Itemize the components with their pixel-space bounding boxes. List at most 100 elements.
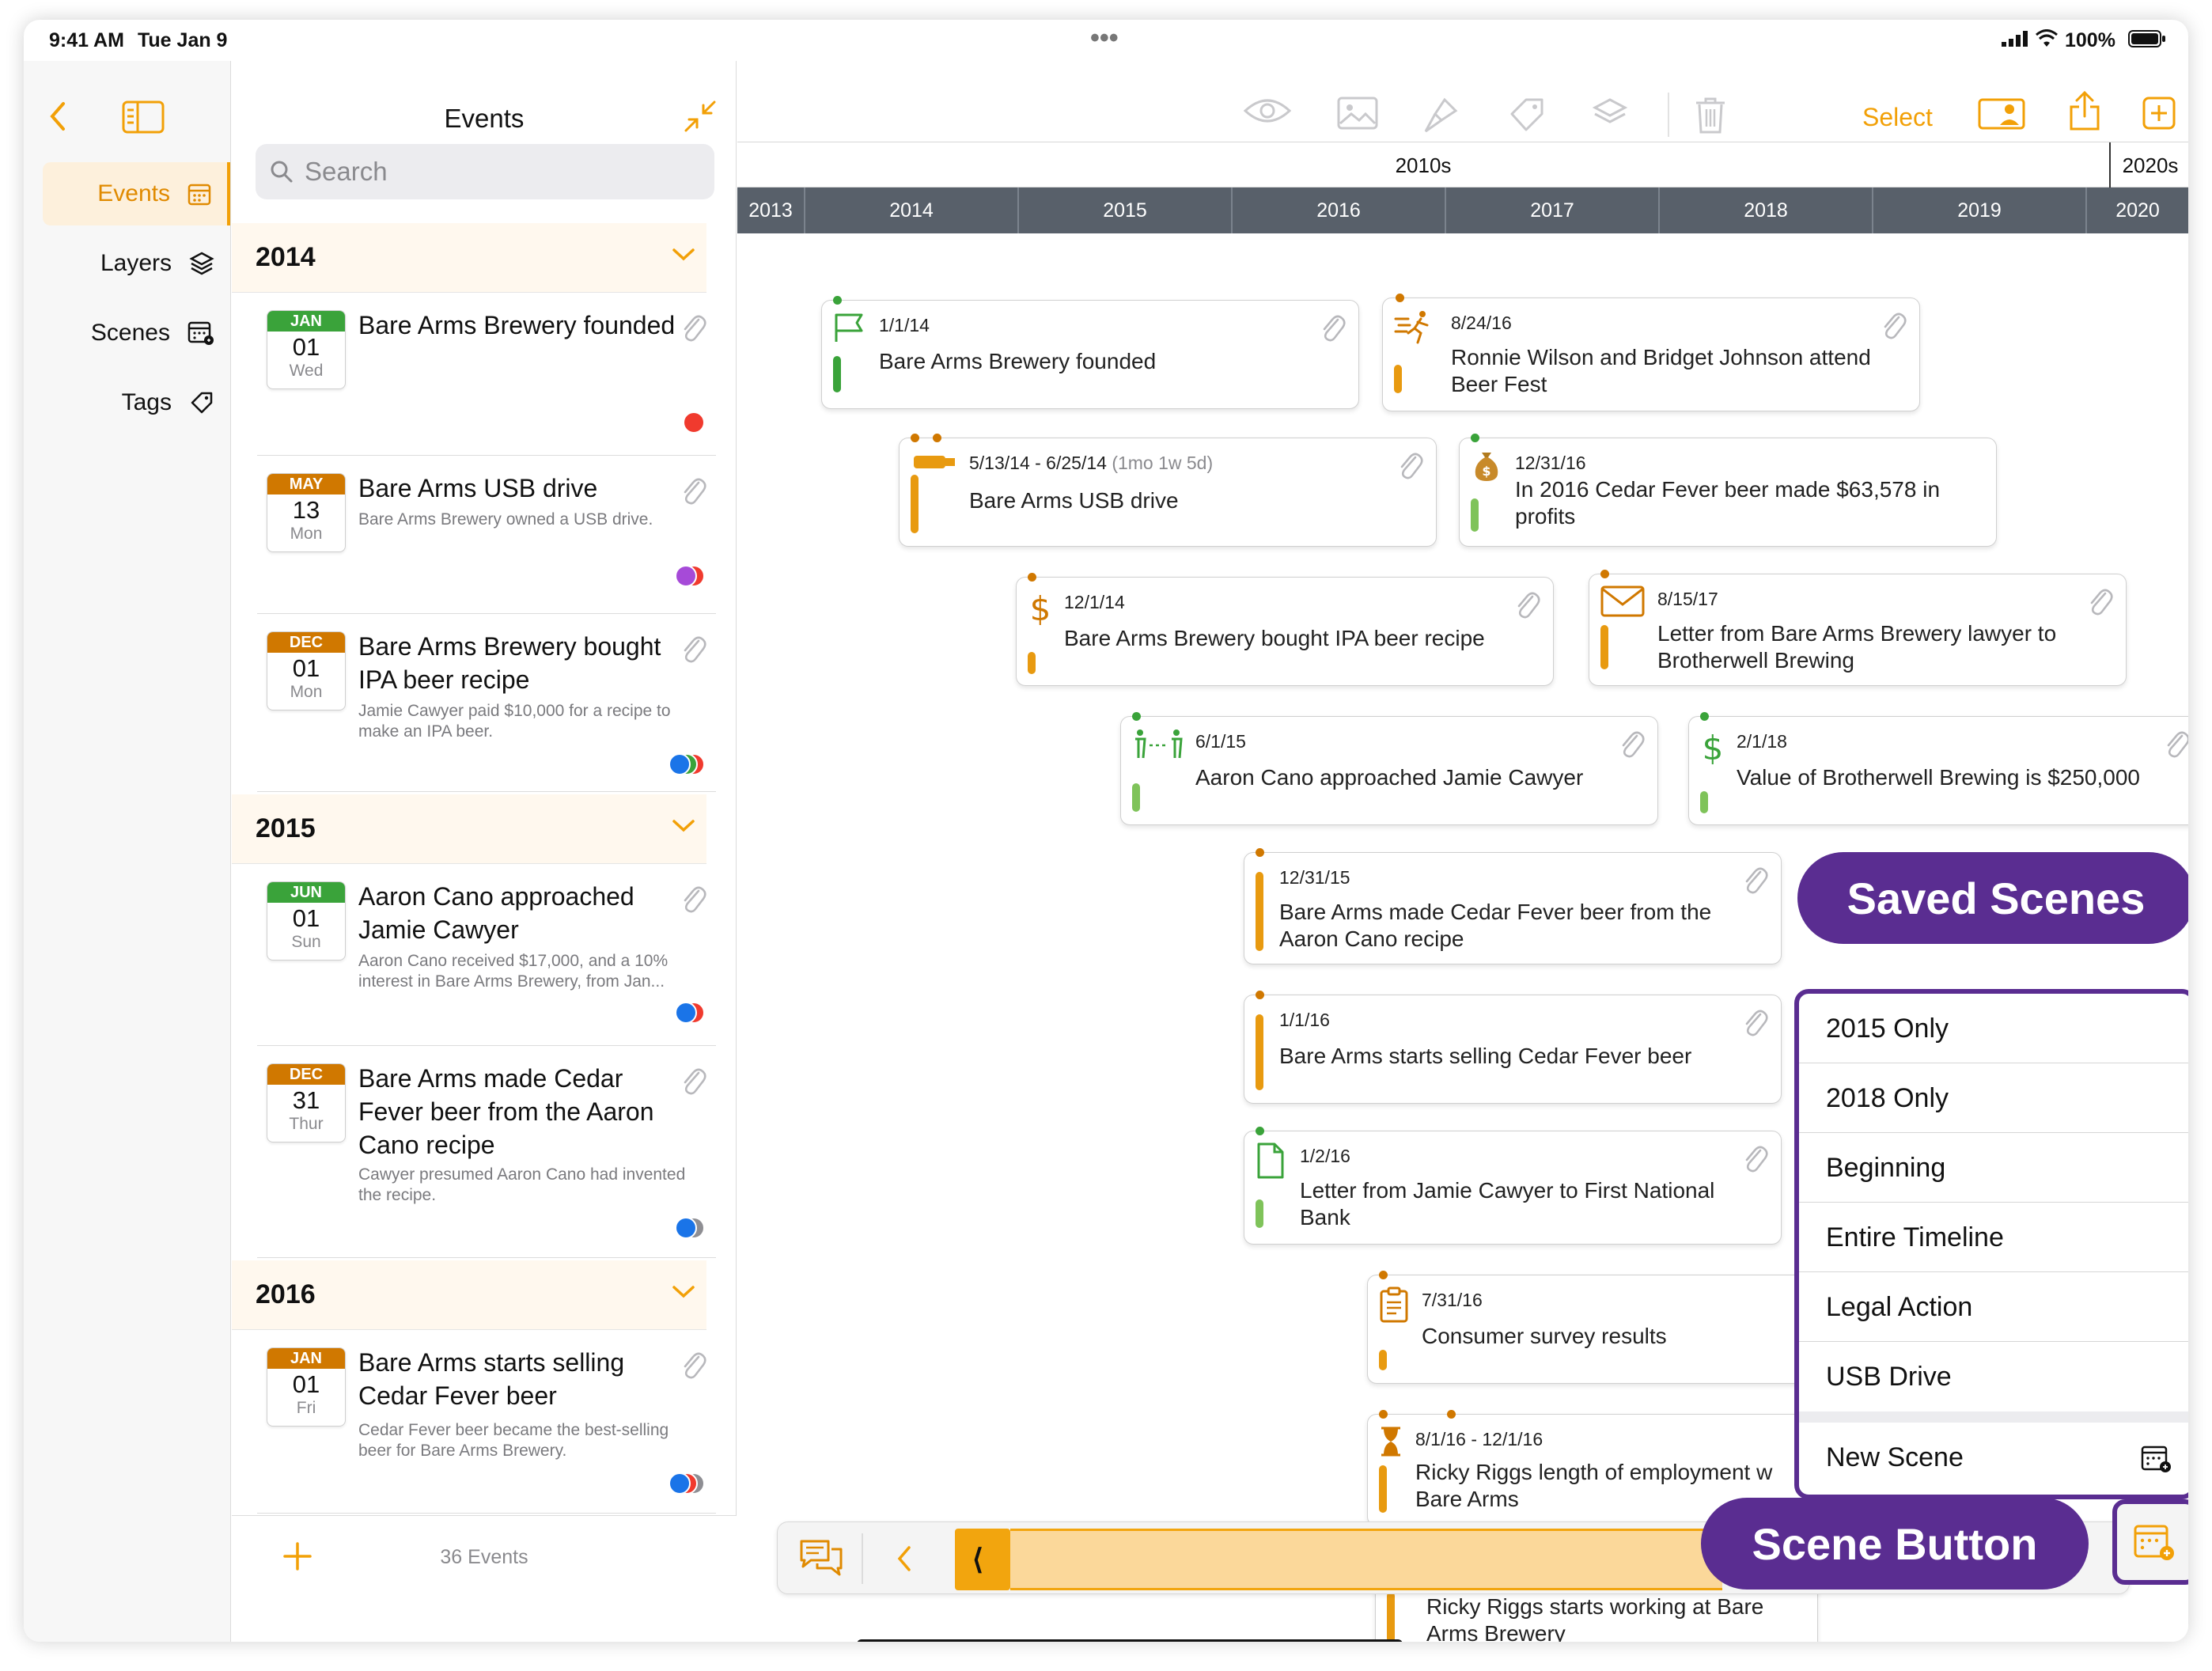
event-card[interactable]: $ 2/1/18 Value of Brotherwell Brewing is… — [1688, 712, 2188, 825]
image-icon[interactable] — [1337, 97, 1378, 130]
paperclip-icon[interactable] — [680, 633, 706, 665]
sidebar-item-scenes[interactable]: Scenes — [91, 301, 214, 365]
section-header-2014[interactable]: 2014 — [232, 223, 706, 293]
inspector-icon[interactable] — [1978, 97, 2027, 130]
paperclip-icon[interactable] — [680, 1349, 706, 1381]
event-card[interactable]: 7/31/16 Consumer survey results — [1367, 1271, 1810, 1384]
paperclip-icon[interactable] — [680, 475, 706, 506]
event-card[interactable]: 8/24/16 Ronnie Wilson and Bridget Johnso… — [1382, 294, 1920, 411]
event-card[interactable]: 5/13/14 - 6/25/14 (1mo 1w 5d) Bare Arms … — [899, 434, 1437, 547]
eye-icon[interactable] — [1244, 97, 1291, 125]
scene-item[interactable]: Entire Timeline — [1799, 1203, 2188, 1272]
add-icon[interactable] — [2142, 97, 2176, 130]
section-year: 2014 — [256, 242, 316, 272]
list-item[interactable]: JUN 01 Sun Aaron Cano approached Jamie C… — [257, 864, 716, 1046]
chevron-down-icon[interactable] — [672, 247, 695, 263]
range-selection[interactable] — [1010, 1529, 1722, 1590]
back-icon[interactable] — [47, 100, 68, 132]
card-title: In 2016 Cedar Fever beer made $63,578 in… — [1515, 477, 1941, 529]
date-badge: JUN 01 Sun — [267, 881, 346, 961]
date-day: 01 — [292, 1370, 320, 1398]
paperclip-icon[interactable] — [680, 1065, 706, 1097]
sidebar-item-layers[interactable]: Layers — [100, 232, 214, 295]
section-header-2016[interactable]: 2016 — [232, 1260, 706, 1330]
card-bar — [1394, 365, 1402, 393]
card-title: Bare Arms made Cedar Fever beer from the… — [1279, 900, 1712, 951]
two-people-icon — [1132, 728, 1186, 760]
card-date: 1/1/14 — [879, 315, 930, 335]
trash-icon[interactable] — [1695, 97, 1726, 135]
scene-item[interactable]: Beginning — [1799, 1133, 2188, 1203]
event-card[interactable]: 12/31/15 Bare Arms made Cedar Fever beer… — [1244, 848, 1782, 964]
event-card[interactable]: 1/1/16 Bare Arms starts selling Cedar Fe… — [1244, 991, 1782, 1104]
paperclip-icon[interactable] — [680, 883, 706, 915]
signal-icon — [2002, 31, 2028, 47]
tag-dots — [670, 1002, 705, 1024]
year-axis: 2013 2014 2015 2016 2017 2018 2019 2020 — [737, 188, 2188, 233]
events-list-panel: Events Search 2014 JAN 01 Wed Bare Arms … — [232, 61, 737, 1642]
collapse-icon[interactable] — [683, 99, 718, 134]
paperclip-icon[interactable] — [1880, 309, 1907, 341]
event-card[interactable]: $ 12/31/16 In 2016 Cedar Fever beer made… — [1459, 434, 1997, 547]
year-label: 2014 — [805, 188, 1019, 233]
card-title: Aaron Cano approached Jamie Cawyer — [1195, 765, 1584, 790]
date-day: 01 — [292, 333, 320, 361]
flag-icon — [833, 312, 866, 343]
paperclip-icon[interactable] — [1513, 589, 1540, 620]
date-month: DEC — [267, 632, 345, 653]
paperclip-icon[interactable] — [2163, 728, 2188, 760]
list-item[interactable]: JAN 01 Wed Bare Arms Brewery founded — [257, 293, 716, 456]
scene-item[interactable]: Legal Action — [1799, 1272, 2188, 1342]
event-card[interactable]: 1/1/14 Bare Arms Brewery founded — [821, 296, 1359, 409]
card-bar — [1387, 1592, 1395, 1642]
chevron-down-icon[interactable] — [672, 818, 695, 834]
sidebar-item-events[interactable]: Events — [43, 162, 230, 225]
search-icon — [270, 160, 294, 184]
event-card[interactable]: 8/15/17 Letter from Bare Arms Brewery la… — [1589, 570, 2127, 686]
paperclip-icon[interactable] — [1741, 1006, 1768, 1038]
year-label: 2018 — [1660, 188, 1873, 233]
paperclip-icon[interactable] — [680, 312, 706, 343]
list-item[interactable]: JAN 01 Fri Bare Arms starts selling Ceda… — [257, 1330, 716, 1514]
paperclip-icon[interactable] — [1319, 312, 1346, 343]
multitasking-dots[interactable]: ••• — [1090, 23, 1119, 54]
event-card[interactable]: 6/1/15 Aaron Cano approached Jamie Cawye… — [1120, 712, 1658, 825]
card-title: Letter from Bare Arms Brewery lawyer to … — [1657, 621, 2057, 673]
sidebar-item-tags[interactable]: Tags — [122, 371, 214, 434]
list-item[interactable]: DEC 31 Thur Bare Arms made Cedar Fever b… — [257, 1046, 716, 1258]
chevron-left-icon[interactable] — [896, 1544, 912, 1573]
scene-item[interactable]: USB Drive — [1799, 1342, 2188, 1411]
paperclip-icon[interactable] — [1741, 864, 1768, 896]
date-weekday: Wed — [289, 362, 324, 380]
wifi-icon — [2035, 29, 2059, 48]
card-dot — [1379, 1410, 1388, 1419]
event-card[interactable]: 1/2/16 Letter from Jamie Cawyer to First… — [1244, 1127, 1782, 1245]
event-description: Bare Arms Brewery owned a USB drive. — [358, 510, 653, 529]
scene-item[interactable]: 2018 Only — [1799, 1063, 2188, 1133]
scene-button[interactable] — [2112, 1499, 2188, 1585]
paint-brush-icon[interactable] — [1422, 97, 1459, 135]
scenes-menu: 2015 Only 2018 Only Beginning Entire Tim… — [1794, 989, 2188, 1499]
layers-icon[interactable] — [1592, 97, 1628, 133]
event-card[interactable]: $ 12/1/14 Bare Arms Brewery bought IPA b… — [1016, 573, 1554, 686]
chat-bubbles-icon[interactable] — [798, 1538, 844, 1578]
list-item[interactable]: MAY 13 Mon Bare Arms USB drive Bare Arms… — [257, 456, 716, 614]
chevron-down-icon[interactable] — [672, 1284, 695, 1300]
sidebar-toggle-icon[interactable] — [122, 100, 165, 134]
sidebar-item-label: Events — [97, 180, 170, 207]
scene-item[interactable]: 2015 Only — [1799, 994, 2188, 1063]
paperclip-icon[interactable] — [2086, 585, 2113, 617]
tag-icon[interactable] — [1509, 97, 1545, 133]
select-button[interactable]: Select — [1862, 103, 1933, 132]
paperclip-icon[interactable] — [1618, 728, 1645, 760]
hourglass-icon — [1379, 1426, 1403, 1457]
paperclip-icon[interactable] — [1741, 1142, 1768, 1174]
section-header-2015[interactable]: 2015 — [232, 794, 706, 864]
card-bar — [1471, 498, 1479, 532]
search-input[interactable]: Search — [256, 144, 714, 199]
list-item[interactable]: DEC 01 Mon Bare Arms Brewery bought IPA … — [257, 614, 716, 792]
share-icon[interactable] — [2068, 91, 2101, 131]
paperclip-icon[interactable] — [1396, 449, 1423, 481]
card-dot — [833, 296, 842, 305]
new-scene-button[interactable]: New Scene — [1799, 1423, 2188, 1495]
